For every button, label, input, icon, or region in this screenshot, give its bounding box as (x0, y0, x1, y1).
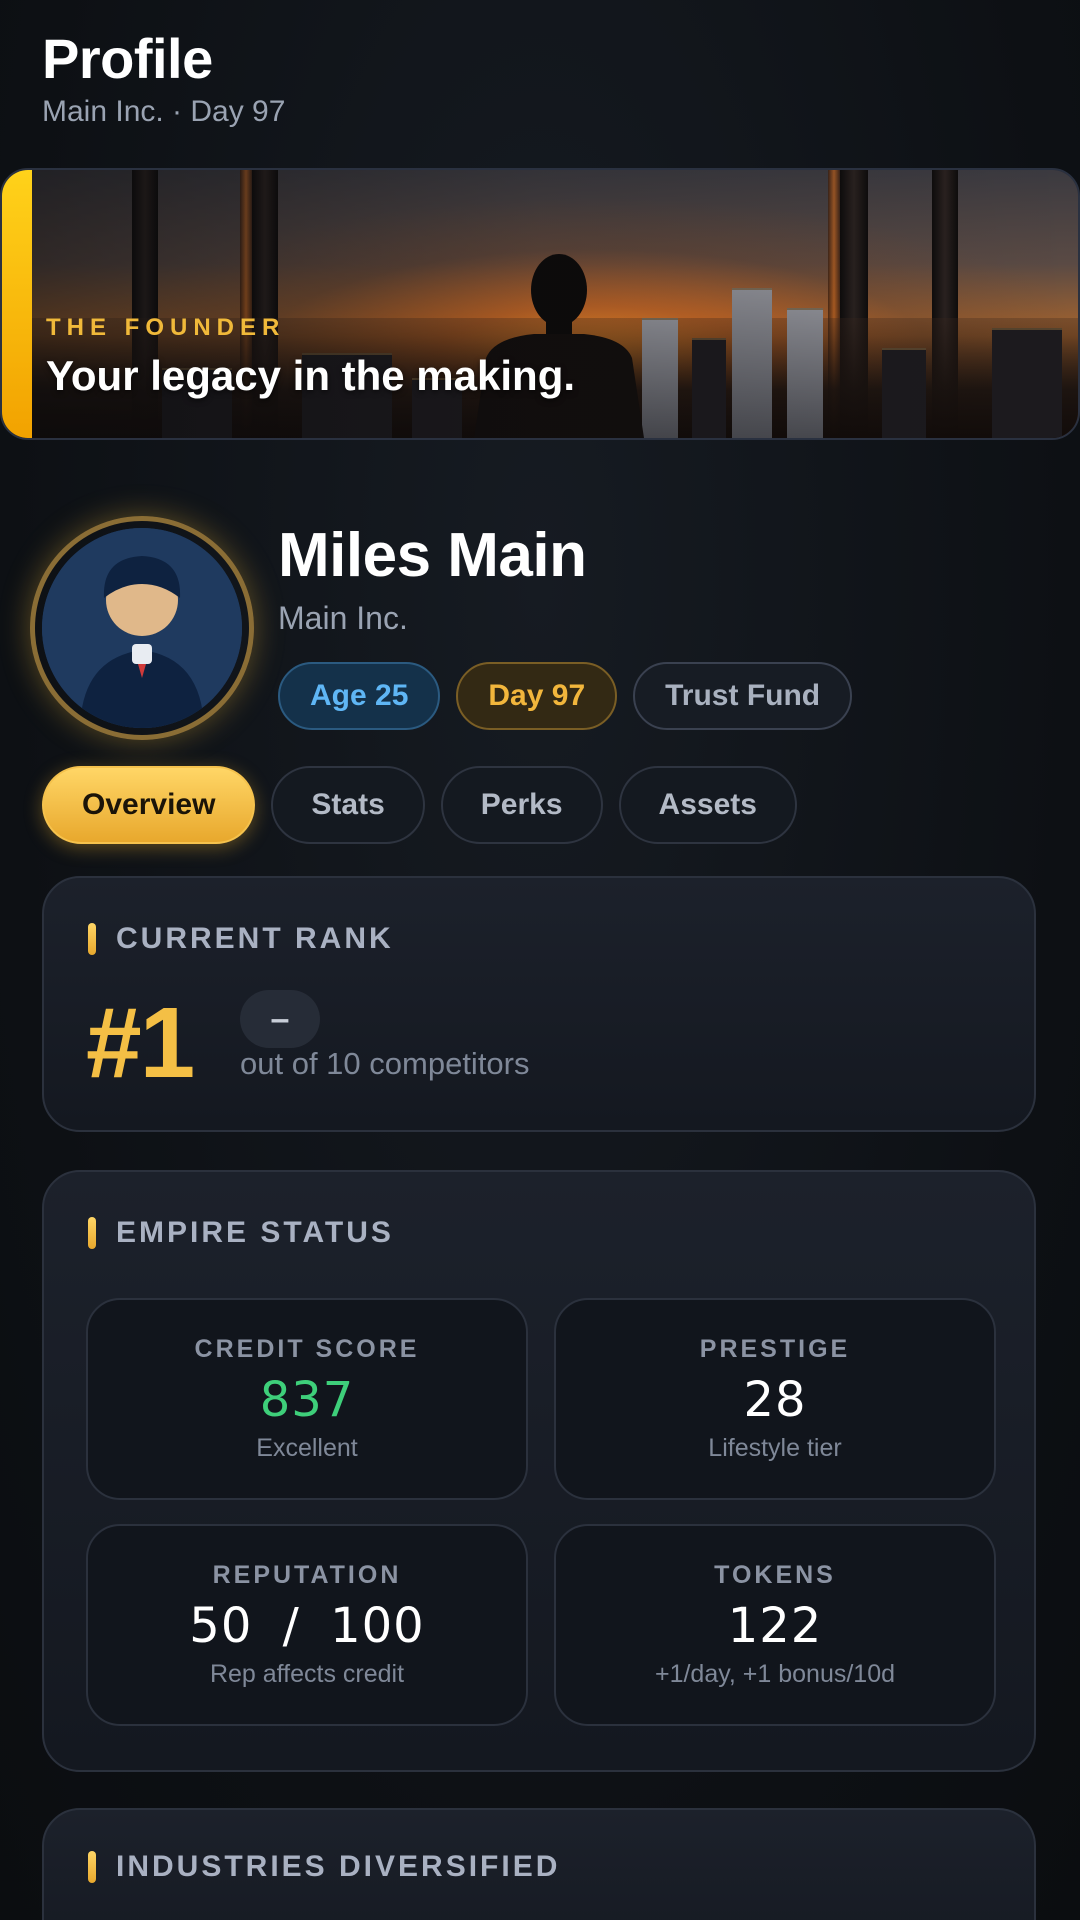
day-chip: Day 97 (456, 662, 618, 730)
stat-value: 50 / 100 (189, 1598, 425, 1654)
empire-title: EMPIRE STATUS (116, 1216, 394, 1249)
stat-value: 837 (259, 1372, 355, 1428)
hero-tagline: Your legacy in the making. (46, 352, 576, 399)
stat-label: PRESTIGE (699, 1335, 851, 1363)
credit-score-tile[interactable]: CREDIT SCORE 837 Excellent (86, 1298, 528, 1500)
tokens-tile[interactable]: TOKENS 122 +1/day, +1 bonus/10d (554, 1524, 996, 1726)
title-accent-bar (88, 1217, 96, 1249)
rank-subtitle: out of 10 competitors (240, 1046, 530, 1081)
rank-change-badge: – (240, 990, 320, 1048)
stat-note: Lifestyle tier (708, 1434, 842, 1462)
industries-title: INDUSTRIES DIVERSIFIED (116, 1850, 561, 1883)
header: Profile Main Inc. · Day 97 (42, 26, 285, 129)
stat-grid: CREDIT SCORE 837 Excellent PRESTIGE 28 L… (86, 1298, 996, 1726)
stat-note: Excellent (256, 1434, 358, 1462)
stat-label: REPUTATION (212, 1561, 402, 1589)
founder-avatar-icon (42, 528, 242, 728)
tab-overview[interactable]: Overview (42, 766, 256, 844)
profile-tabs: Overview Stats Perks Assets (42, 766, 797, 844)
card-title: INDUSTRIES DIVERSIFIED (88, 1850, 560, 1884)
stat-note: Rep affects credit (209, 1660, 405, 1688)
company-name: Main Inc. (278, 600, 408, 636)
age-chip: Age 25 (278, 662, 441, 730)
rank-title: CURRENT RANK (116, 922, 394, 955)
empire-status-card: EMPIRE STATUS CREDIT SCORE 837 Excellent… (42, 1170, 1036, 1772)
avatar[interactable] (30, 516, 254, 740)
card-title: EMPIRE STATUS (88, 1216, 394, 1250)
stat-label: TOKENS (714, 1561, 836, 1589)
background-chip: Trust Fund (633, 662, 853, 730)
stat-label: CREDIT SCORE (194, 1335, 420, 1363)
player-name: Miles Main (278, 521, 587, 590)
stat-note: +1/day, +1 bonus/10d (654, 1660, 895, 1688)
prestige-tile[interactable]: PRESTIGE 28 Lifestyle tier (554, 1298, 996, 1500)
profile-chips: Age 25 Day 97 Trust Fund (278, 662, 853, 730)
tab-perks[interactable]: Perks (440, 766, 603, 844)
stat-value: 122 (727, 1598, 823, 1654)
rank-value: #1 (86, 987, 195, 1099)
title-accent-bar (88, 923, 96, 955)
industries-card: INDUSTRIES DIVERSIFIED (42, 1808, 1036, 1920)
title-accent-bar (88, 1851, 96, 1883)
hero-banner: THE FOUNDER Your legacy in the making. (0, 168, 1080, 440)
profile-screen: Profile Main Inc. · Day 97 THE FOUNDER Y… (0, 0, 1080, 1920)
page-title: Profile (42, 27, 213, 90)
tab-stats[interactable]: Stats (271, 766, 425, 844)
current-rank-card: CURRENT RANK #1 – out of 10 competitors (42, 876, 1036, 1132)
card-title: CURRENT RANK (88, 922, 394, 956)
hero-accent-bar (2, 170, 32, 438)
tab-assets[interactable]: Assets (618, 766, 797, 844)
stat-value: 28 (743, 1372, 807, 1428)
page-subtitle: Main Inc. · Day 97 (42, 95, 286, 128)
hero-kicker: THE FOUNDER (46, 314, 286, 341)
reputation-tile[interactable]: REPUTATION 50 / 100 Rep affects credit (86, 1524, 528, 1726)
